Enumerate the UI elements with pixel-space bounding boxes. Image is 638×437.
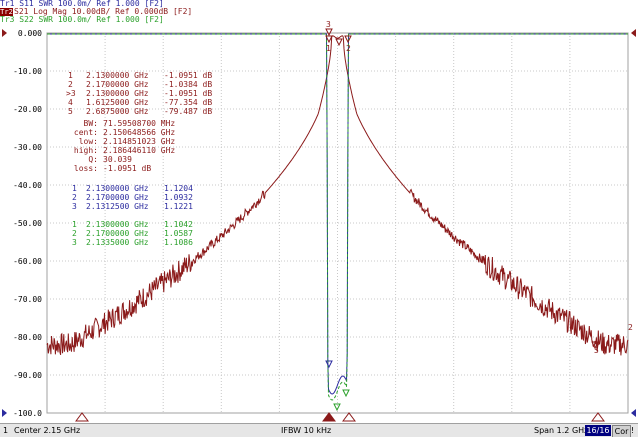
y-tick-label: -20.00 [13,105,42,114]
s11-m3-val: 1.1221 [164,202,193,211]
s21-m3-val: -1.0951 dB [164,89,212,98]
high-key: high: [74,146,98,155]
marker-5-label: 5 [594,346,599,355]
s11-m1-freq: 2.1300000 GHz [86,184,149,193]
s21-m3-num: >3 [66,89,76,98]
marker-center-icon[interactable] [335,38,343,47]
correction-status[interactable]: Cor [612,425,631,437]
stim-marker-1-icon[interactable] [322,412,336,422]
s21-m1-freq: 2.1300000 GHz [86,71,149,80]
ifbw-value[interactable]: IFBW 10 kHz [281,426,331,436]
loss-key: loss: [74,164,98,173]
status-bar: 1 Center 2.15 GHz IFBW 10 kHz Span 1.2 G… [0,423,638,437]
s22-m2-val: 1.0587 [164,229,193,238]
s22-m3-freq: 2.1335000 GHz [86,238,149,247]
ref-level-right-icon[interactable] [631,29,636,37]
s22-m3-num: 3 [72,238,77,247]
s22-marker-2-icon[interactable] [342,389,350,398]
s11-m2-val: 1.0932 [164,193,193,202]
stim-marker-4-icon[interactable] [75,412,89,422]
marker-right-label: 2 [628,323,633,332]
s21-m2-num: 2 [68,80,73,89]
cent-val: 2.150648566 GHz [103,128,175,137]
y-tick-label: -70.00 [13,295,42,304]
y-tick-label: -10.00 [13,67,42,76]
s22-m3-val: 1.1086 [164,238,193,247]
plot-area[interactable]: 0.000 -10.00 -20.00 -30.00 -40.00 -50.00 -60.0… [0,0,638,423]
ref-level-left-icon[interactable] [2,29,7,37]
s22-m1-freq: 2.1300000 GHz [86,220,149,229]
bw-val: 71.59508700 MHz [103,119,175,128]
s21-m4-freq: 1.6125000 GHz [86,98,149,107]
span-value[interactable]: Span 1.2 GHz [534,426,588,436]
s22-m1-num: 1 [72,220,77,229]
y-tick-label: -50.00 [13,219,42,228]
s22-m2-freq: 2.1700000 GHz [86,229,149,238]
y-tick-label: -100.0 [13,409,42,418]
s22-marker-table: 1 2.1300000 GHz 1.1042 2 2.1700000 GHz 1… [72,220,193,247]
s21-marker-table: 1 2.1300000 GHz -1.0951 dB 2 2.1700000 G… [66,71,212,116]
low-key: low: [79,137,98,146]
s22-marker-3-icon[interactable] [333,403,341,412]
s21-m1-num: 1 [68,71,73,80]
low-val: 2.114851023 GHz [103,137,175,146]
s11-marker-3-icon[interactable] [325,360,333,369]
s11-marker-table: 1 2.1300000 GHz 1.1204 2 2.1700000 GHz 1… [72,184,193,211]
bandwidth-table: BW: 71.59508700 MHz cent: 2.150648566 GH… [74,119,176,173]
s11-m1-val: 1.1204 [164,184,193,193]
q-val: 30.039 [103,155,132,164]
y-tick-label: -80.00 [13,333,42,342]
s22-m2-num: 2 [72,229,77,238]
marker-2-label: 2 [346,44,351,53]
sweep-count[interactable]: 16/16 [585,425,611,436]
marker-3-label: 3 [326,20,331,29]
s21-m4-num: 4 [68,98,73,107]
marker-readouts: 1 2.1300000 GHz -1.0951 dB 2 2.1700000 G… [66,71,212,247]
s11-m2-freq: 2.1700000 GHz [86,193,149,202]
s21-m5-freq: 2.6875000 GHz [86,107,149,116]
s21-m5-val: -79.487 dB [164,107,212,116]
plot-markers: 1 2 3 5 2 [325,20,633,412]
loss-val: -1.0951 dB [103,164,151,173]
high-val: 2.186446110 GHz [103,146,175,155]
s22-m1-val: 1.1042 [164,220,193,229]
channel-indicator[interactable]: 1 [3,426,8,436]
s21-m4-val: -77.354 dB [164,98,212,107]
q-key: Q: [88,155,98,164]
y-tick-label: -60.00 [13,257,42,266]
s11-m3-freq: 2.1312500 GHz [86,202,149,211]
center-freq[interactable]: Center 2.15 GHz [14,426,80,436]
y-tick-label: -90.00 [13,371,42,380]
ref-left-bottom-icon[interactable] [2,409,7,417]
s21-m1-val: -1.0951 dB [164,71,212,80]
bw-key: BW: [84,119,98,128]
s21-m3-freq: 2.1300000 GHz [86,89,149,98]
s21-m2-freq: 2.1700000 GHz [86,80,149,89]
s21-m2-val: -1.0384 dB [164,80,212,89]
ref-right-bottom-icon[interactable] [631,409,636,417]
cent-key: cent: [74,128,98,137]
s21-m5-num: 5 [68,107,73,116]
y-axis-labels: 0.000 -10.00 -20.00 -30.00 -40.00 -50.00 -60.0… [13,29,42,418]
s11-m1-num: 1 [72,184,77,193]
marker-1-label: 1 [326,44,331,53]
stim-marker-2-icon[interactable] [342,412,356,422]
status-extra: ! [631,426,635,435]
vna-screen: Tr1 S11 SWR 100.0m/ Ref 1.000 [F2] Tr2 S… [0,0,638,437]
y-tick-label: -30.00 [13,143,42,152]
y-tick-label: 0.000 [18,29,42,38]
stim-marker-5-icon[interactable] [591,412,605,422]
s11-m3-num: 3 [72,202,77,211]
y-tick-label: -40.00 [13,181,42,190]
s11-m2-num: 2 [72,193,77,202]
